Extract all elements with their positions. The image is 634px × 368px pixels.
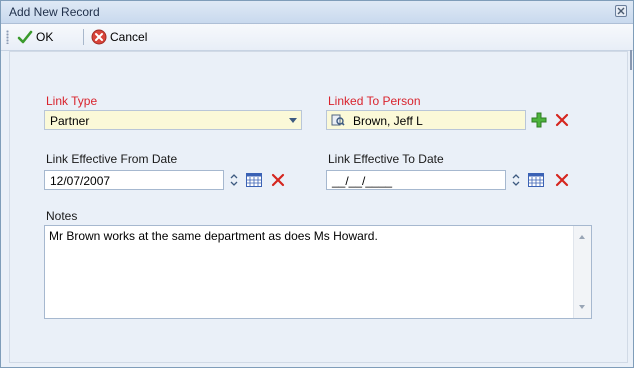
ok-button[interactable]: OK (17, 28, 53, 46)
link-type-dropdown[interactable]: Partner (44, 110, 302, 130)
effective-from-date-input[interactable]: 12/07/2007 (44, 170, 224, 190)
toolbar-separator (83, 29, 84, 45)
spinner-icon[interactable] (512, 173, 520, 187)
scroll-up-icon[interactable] (578, 234, 586, 240)
toolbar: OK Cancel (1, 24, 633, 70)
cancel-button[interactable]: Cancel (91, 28, 147, 46)
scroll-down-icon[interactable] (578, 304, 586, 310)
checkmark-icon (17, 30, 33, 44)
form-panel: Link Type Partner Linked To Person Brown… (9, 51, 628, 363)
cancel-icon (91, 29, 107, 45)
linked-person-value: Brown, Jeff L (353, 114, 423, 128)
x-icon[interactable] (271, 173, 285, 187)
chevron-down-icon[interactable] (289, 118, 297, 123)
close-icon (617, 7, 625, 15)
effective-to-label: Link Effective To Date (328, 152, 444, 166)
linked-to-person-label: Linked To Person (328, 94, 421, 108)
link-type-value: Partner (50, 114, 90, 128)
notes-scrollbar[interactable] (573, 226, 591, 318)
notes-textarea[interactable]: Mr Brown works at the same department as… (44, 225, 592, 319)
effective-from-value: 12/07/2007 (50, 174, 111, 188)
effective-to-value: __/__/____ (332, 174, 393, 188)
x-icon[interactable] (555, 173, 569, 187)
plus-icon[interactable] (531, 112, 547, 128)
magnifier-icon[interactable] (331, 113, 345, 127)
cancel-label: Cancel (110, 30, 148, 44)
spinner-icon[interactable] (230, 173, 238, 187)
window-title: Add New Record (9, 5, 100, 19)
calendar-icon[interactable] (246, 173, 262, 187)
link-type-label: Link Type (46, 94, 98, 108)
notes-value: Mr Brown works at the same department as… (49, 229, 378, 243)
toolbar-grip[interactable] (6, 30, 9, 44)
notes-label: Notes (46, 209, 78, 223)
effective-to-date-input[interactable]: __/__/____ (326, 170, 506, 190)
toolbar-overflow (630, 50, 632, 70)
ok-label: OK (36, 30, 54, 44)
linked-to-person-field[interactable]: Brown, Jeff L (326, 110, 526, 130)
title-bar: Add New Record (1, 1, 633, 24)
add-record-window: Add New Record OK Cancel Link Type Partn… (0, 0, 634, 368)
calendar-icon[interactable] (528, 173, 544, 187)
effective-from-label: Link Effective From Date (46, 152, 178, 166)
x-icon[interactable] (555, 113, 569, 127)
close-button[interactable] (615, 5, 627, 17)
